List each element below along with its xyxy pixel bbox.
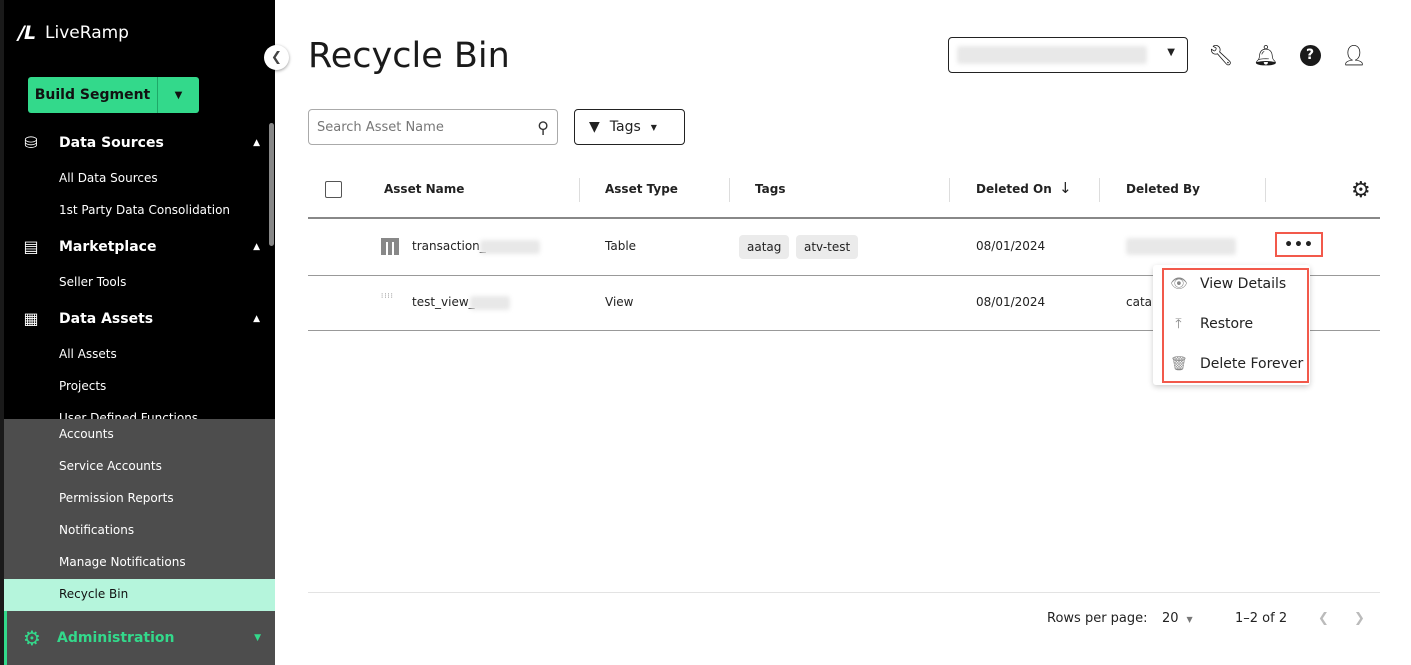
sidebar-item-all-assets[interactable]: All Assets [59, 347, 117, 361]
sidebar-item-seller-tools[interactable]: Seller Tools [59, 275, 126, 289]
column-divider [579, 178, 580, 202]
asset-name[interactable]: test_view_ [412, 295, 475, 309]
build-segment-label[interactable]: Build Segment [28, 77, 158, 113]
asset-name-redacted [470, 296, 510, 310]
help-icon[interactable]: ? [1297, 42, 1323, 68]
search-icon: ⚲ [537, 117, 549, 137]
data-sources-icon: ⛁ [24, 133, 38, 152]
page-title: Recycle Bin [308, 36, 510, 76]
user-icon[interactable]: 👤︎ [1341, 42, 1367, 68]
col-tags[interactable]: Tags [755, 182, 785, 196]
deleted-by: catal [1126, 295, 1156, 309]
deleted-by-redacted [1126, 238, 1236, 255]
section-label: Marketplace [59, 238, 157, 255]
select-all-checkbox[interactable] [325, 181, 342, 198]
wrench-icon[interactable]: 🔧︎ [1208, 42, 1234, 68]
sidebar-item-projects[interactable]: Projects [59, 379, 106, 393]
asset-type: Table [605, 239, 637, 253]
marketplace-icon: ▤ [23, 237, 39, 256]
filter-icon: ▼ [589, 119, 600, 135]
rows-per-page-select[interactable]: 20 ▼ [1162, 611, 1193, 626]
gear-icon: ⚙ [23, 626, 41, 650]
tags-filter-button[interactable]: ▼ Tags ▼ [574, 109, 685, 145]
menu-item-restore[interactable]: ⤒ Restore [1170, 316, 1253, 332]
col-asset-name[interactable]: Asset Name [384, 182, 464, 196]
view-icon: ⁞⁞⁞⁞ [381, 292, 394, 300]
sidebar-item-all-data-sources[interactable]: All Data Sources [59, 171, 158, 185]
menu-label: Restore [1200, 316, 1254, 332]
sidebar-section-data-assets[interactable]: ▦ Data Assets ▲ [20, 309, 260, 328]
account-name-redacted [957, 46, 1147, 64]
table-icon [381, 238, 399, 255]
eye-icon: 👁︎ [1170, 276, 1188, 292]
chevron-down-icon: ▼ [1167, 47, 1175, 58]
caret-up-icon[interactable]: ▲ [253, 314, 260, 324]
sidebar-section-data-sources[interactable]: ⛁ Data Sources ▲ [20, 133, 260, 152]
footer-divider [308, 592, 1380, 593]
build-segment-dropdown-icon[interactable]: ▼ [158, 77, 199, 113]
menu-label: View Details [1200, 276, 1287, 292]
tags-label: Tags [609, 119, 641, 135]
deleted-on: 08/01/2024 [976, 295, 1046, 309]
column-settings-gear-icon[interactable]: ⚙ [1351, 178, 1371, 203]
build-segment-button[interactable]: Build Segment ▼ [28, 77, 199, 113]
caret-up-icon[interactable]: ▲ [253, 138, 260, 148]
section-label: Data Assets [59, 310, 154, 327]
rows-per-page-value: 20 [1162, 611, 1179, 626]
sidebar: /L LiveRamp Build Segment ▼ ⛁ Data Sources ▲… [0, 0, 275, 665]
section-label: Data Sources [59, 134, 164, 151]
caret-up-icon[interactable]: ▲ [253, 242, 260, 252]
rows-per-page-label: Rows per page: [1047, 611, 1148, 626]
sidebar-scrollbar[interactable] [269, 123, 274, 246]
column-divider [729, 178, 730, 202]
restore-upload-icon: ⤒ [1175, 316, 1182, 332]
column-divider [949, 178, 950, 202]
sidebar-item-accounts[interactable]: Accounts [59, 427, 114, 441]
prev-page-button[interactable]: ❮ [1318, 611, 1329, 626]
deleted-on: 08/01/2024 [976, 239, 1046, 253]
menu-item-delete-forever[interactable]: 🗑︎ Delete Forever [1170, 356, 1303, 372]
next-page-button[interactable]: ❯ [1354, 611, 1365, 626]
caret-down-icon: ▼ [650, 122, 657, 132]
asset-name-redacted [480, 240, 540, 254]
menu-label: Delete Forever [1200, 356, 1304, 372]
sidebar-section-administration[interactable]: ⚙ Administration ▼ [4, 611, 275, 665]
tag-chip: aatag [739, 235, 790, 259]
brand-name: LiveRamp [45, 23, 129, 43]
sidebar-item-manage-notifications[interactable]: Manage Notifications [59, 555, 186, 569]
sidebar-item-1st-party[interactable]: 1st Party Data Consolidation [59, 203, 230, 217]
data-assets-icon: ▦ [23, 309, 39, 328]
collapse-sidebar-button[interactable]: ❮ [264, 45, 289, 70]
column-divider [1265, 178, 1266, 202]
sidebar-item-recycle-bin-active[interactable] [4, 579, 275, 611]
logo[interactable]: /L LiveRamp [18, 22, 129, 44]
sidebar-item-recycle-bin[interactable]: Recycle Bin [59, 587, 128, 601]
search-input[interactable]: Search Asset Name ⚲ [308, 109, 558, 145]
trash-icon: 🗑︎ [1170, 356, 1188, 372]
pagination-range: 1–2 of 2 [1235, 611, 1288, 626]
section-label: Administration [57, 630, 175, 646]
caret-down-icon: ▼ [1186, 615, 1193, 624]
col-asset-type[interactable]: Asset Type [605, 182, 678, 196]
col-deleted-by[interactable]: Deleted By [1126, 182, 1200, 196]
asset-name[interactable]: transaction_ [412, 239, 486, 253]
row-actions-more-button[interactable]: ••• [1275, 232, 1323, 257]
search-placeholder: Search Asset Name [317, 119, 444, 135]
account-select[interactable]: ▼ [948, 37, 1188, 73]
bell-icon[interactable]: 🔔︎ [1253, 42, 1279, 68]
asset-type: View [605, 295, 634, 309]
caret-down-icon[interactable]: ▼ [254, 633, 261, 643]
sidebar-section-marketplace[interactable]: ▤ Marketplace ▲ [20, 237, 260, 256]
sidebar-item-notifications[interactable]: Notifications [59, 523, 134, 537]
menu-item-view-details[interactable]: 👁︎ View Details [1170, 276, 1286, 292]
sidebar-item-service-accounts[interactable]: Service Accounts [59, 459, 162, 473]
col-deleted-on[interactable]: Deleted On [976, 182, 1052, 196]
logo-mark: /L [18, 22, 36, 44]
column-divider [1099, 178, 1100, 202]
sidebar-item-permission-reports[interactable]: Permission Reports [59, 491, 174, 505]
tag-chip: atv-test [796, 235, 859, 259]
sort-arrow-down-icon[interactable]: ↓ [1059, 179, 1072, 197]
